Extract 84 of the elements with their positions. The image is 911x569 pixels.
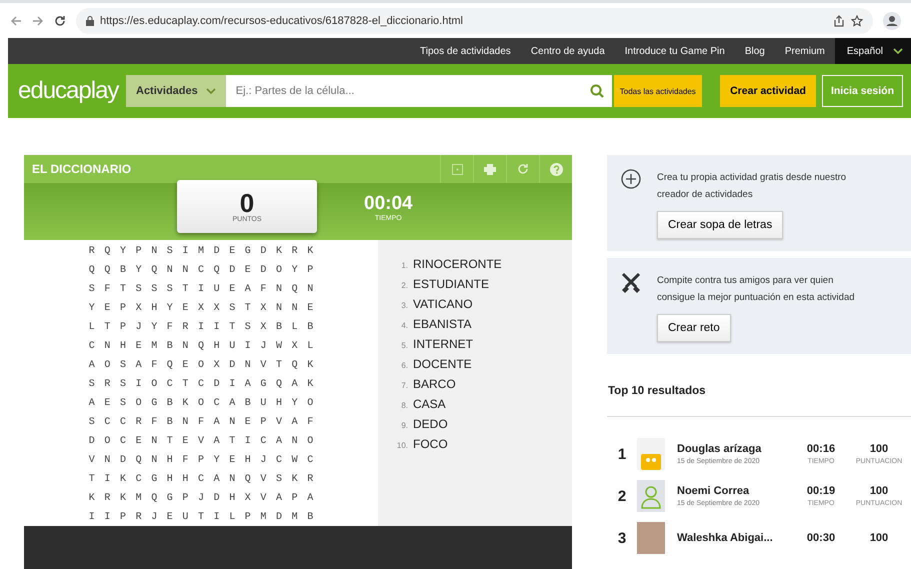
rank-number: 2 [616,488,628,504]
word-to-find: DEDO [413,417,448,431]
address-bar[interactable]: https://es.educaplay.com/recursos-educativos/6187828-el_diccionario.html [76,8,873,34]
photo-placeholder [637,522,665,554]
word-to-find: EBANISTA [413,317,472,331]
avatar-image [637,438,665,470]
letter-row[interactable]: V N D Q N H F P Y E H J C W C [88,451,314,470]
word-to-find: BARCO [413,377,456,391]
letter-row[interactable]: S F T S S S T I U E A F N Q N [88,280,314,299]
chevron-down-icon [893,48,903,54]
player-name: Douglas arízaga [677,443,762,455]
word-number: 6. [400,361,408,370]
rank-number: 1 [616,446,628,462]
result-score: 100 [870,532,888,544]
word-number: 8. [400,401,408,410]
search-icon[interactable] [590,84,604,98]
word-to-find: ESTUDIANTE [413,277,490,291]
nav-link[interactable]: Centro de ayuda [520,46,615,56]
result-time: 00:30 [806,532,836,544]
letter-row[interactable]: C N H E M B N Q H U I J W X L [88,337,314,356]
restart-icon[interactable] [517,163,529,175]
forward-icon[interactable] [32,14,44,26]
plus-circle-icon [621,169,641,189]
back-icon[interactable] [10,14,22,26]
word-to-find: DOCENTE [413,357,472,371]
letter-row[interactable]: Q Q B Y Q N N C Q D E D O Y P [88,261,314,280]
nav-link[interactable]: Tipos de actividades [410,46,521,56]
word-number: 4. [400,321,408,330]
url-text: https://es.educaplay.com/recursos-educativos/6187828-el_diccionario.html [100,14,463,26]
language-selector[interactable]: Español [834,38,911,64]
word-to-find: VATICANO [413,297,473,311]
promo-button[interactable]: Crear reto [657,314,731,342]
player-name: Noemi Correa [677,485,750,497]
letter-row[interactable]: L T P J Y F R I I T S X B L B [88,318,314,337]
nav-link[interactable]: Introduce tu Game Pin [614,46,735,56]
help-icon[interactable] [550,162,562,176]
letter-row[interactable]: I I P R J E U T I L P M D M B [88,508,314,527]
lock-icon [86,16,94,26]
word-number: 1. [400,261,408,270]
create-activity-button[interactable]: Crear actividad [720,75,816,107]
leaderboard-title: Top 10 resultados [608,385,707,397]
rank-number: 3 [616,530,628,546]
result-score: 100 [870,443,888,455]
result-time: 00:19 [806,485,836,497]
word-number: 3. [400,301,408,310]
share-icon[interactable] [833,14,845,26]
word-number: 9. [400,421,408,430]
letter-row[interactable]: K R K M Q G P J D H X V A P A [88,489,314,508]
promo-text: Compite contra tus amigos para ver quien consigue la mejor puntuación en esta actividad [657,274,856,305]
chevron-down-icon [206,88,216,94]
letter-row[interactable]: A O S A F Q E O X D N V T Q K [88,356,314,375]
letter-row[interactable]: Y E P X H Y E X X S T X N N E [88,299,314,318]
nav-link[interactable]: Premium [774,46,835,56]
star-icon[interactable] [851,14,863,26]
word-number: 7. [400,381,408,390]
result-score: 100 [870,485,888,497]
word-to-find: RINOCERONTE [413,257,502,271]
player-name: Waleshka Abigai... [677,532,774,544]
nav-link[interactable]: Blog [734,46,775,56]
promo-button[interactable]: Crear sopa de letras [657,211,784,239]
category-dropdown[interactable]: Actividades [126,75,226,107]
letter-row[interactable]: T I K C G H H C A N Q V S K R [88,470,314,489]
crossed-swords-icon [621,272,641,294]
fullscreen-icon[interactable] [452,164,462,174]
letter-row[interactable]: D O C E N T E V A T I C A N O [88,432,314,451]
game-title: EL DICCIONARIO [32,162,132,176]
letter-row[interactable]: S C C R F B N F A N E P V A F [88,413,314,432]
promo-text: Crea tu propia actividad gratis desde nuestro creador de actividades [657,171,848,202]
letter-row[interactable]: S R S I O C T C D I A G Q A K [88,375,314,394]
user-avatar-icon [637,480,665,512]
profile-icon[interactable] [883,12,901,30]
word-number: 10. [396,441,408,450]
word-number: 5. [400,341,408,350]
timer-value: 00:04 [364,193,413,215]
reload-icon[interactable] [54,14,66,26]
word-to-find: CASA [413,397,446,411]
word-to-find: FOCO [413,437,448,451]
word-to-find: INTERNET [413,337,473,351]
letter-row[interactable]: A E S O G B K O C A B U H Y O [88,394,314,413]
score-value: 0 [240,190,254,216]
result-time: 00:16 [806,443,836,455]
letter-row[interactable]: R Q Y P N S I M D E G D K R K [88,242,314,261]
word-number: 2. [400,281,408,290]
all-activities-button[interactable]: Todas las actividades [614,75,702,107]
